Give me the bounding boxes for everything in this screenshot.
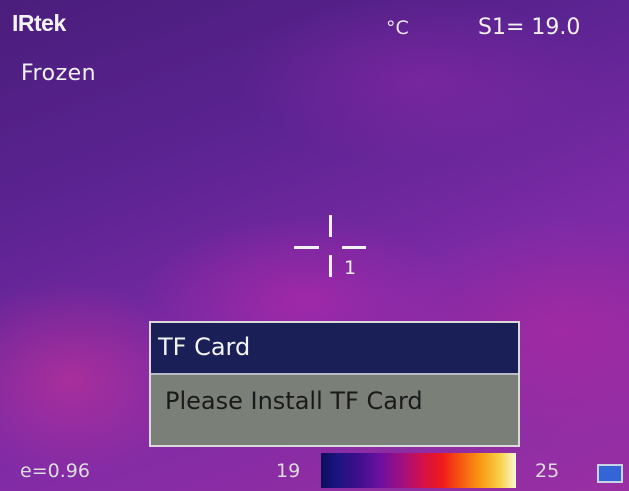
color-palette-bar [321,453,516,488]
brand-logo: IRtek [12,10,66,36]
battery-icon [597,464,623,483]
crosshair-left-line [294,246,319,249]
crosshair-top-line [329,215,332,237]
dialog-header: TF Card [151,323,518,375]
spot-temperature-readout: S1= 19.0 [478,15,581,40]
scale-max-label: 25 [535,460,560,482]
crosshair-bottom-line [329,255,332,277]
temperature-unit: °C [386,17,409,39]
bottom-status-bar: e=0.96 19 25 [0,448,629,491]
dialog-title: TF Card [158,333,251,361]
thermal-view: IRtek °C S1= 19.0 Frozen 1 TF Card Pleas… [0,0,629,491]
dialog-message: Please Install TF Card [165,387,423,415]
spot-index-label: 1 [344,257,357,279]
scale-min-label: 19 [276,460,301,482]
top-status-bar: IRtek °C S1= 19.0 [0,0,629,40]
freeze-status-label: Frozen [21,61,97,86]
crosshair-right-line [342,246,366,249]
tf-card-alert-dialog[interactable]: TF Card Please Install TF Card [149,321,520,447]
emissivity-readout: e=0.96 [20,460,90,482]
spot-crosshair: 1 [289,215,379,295]
